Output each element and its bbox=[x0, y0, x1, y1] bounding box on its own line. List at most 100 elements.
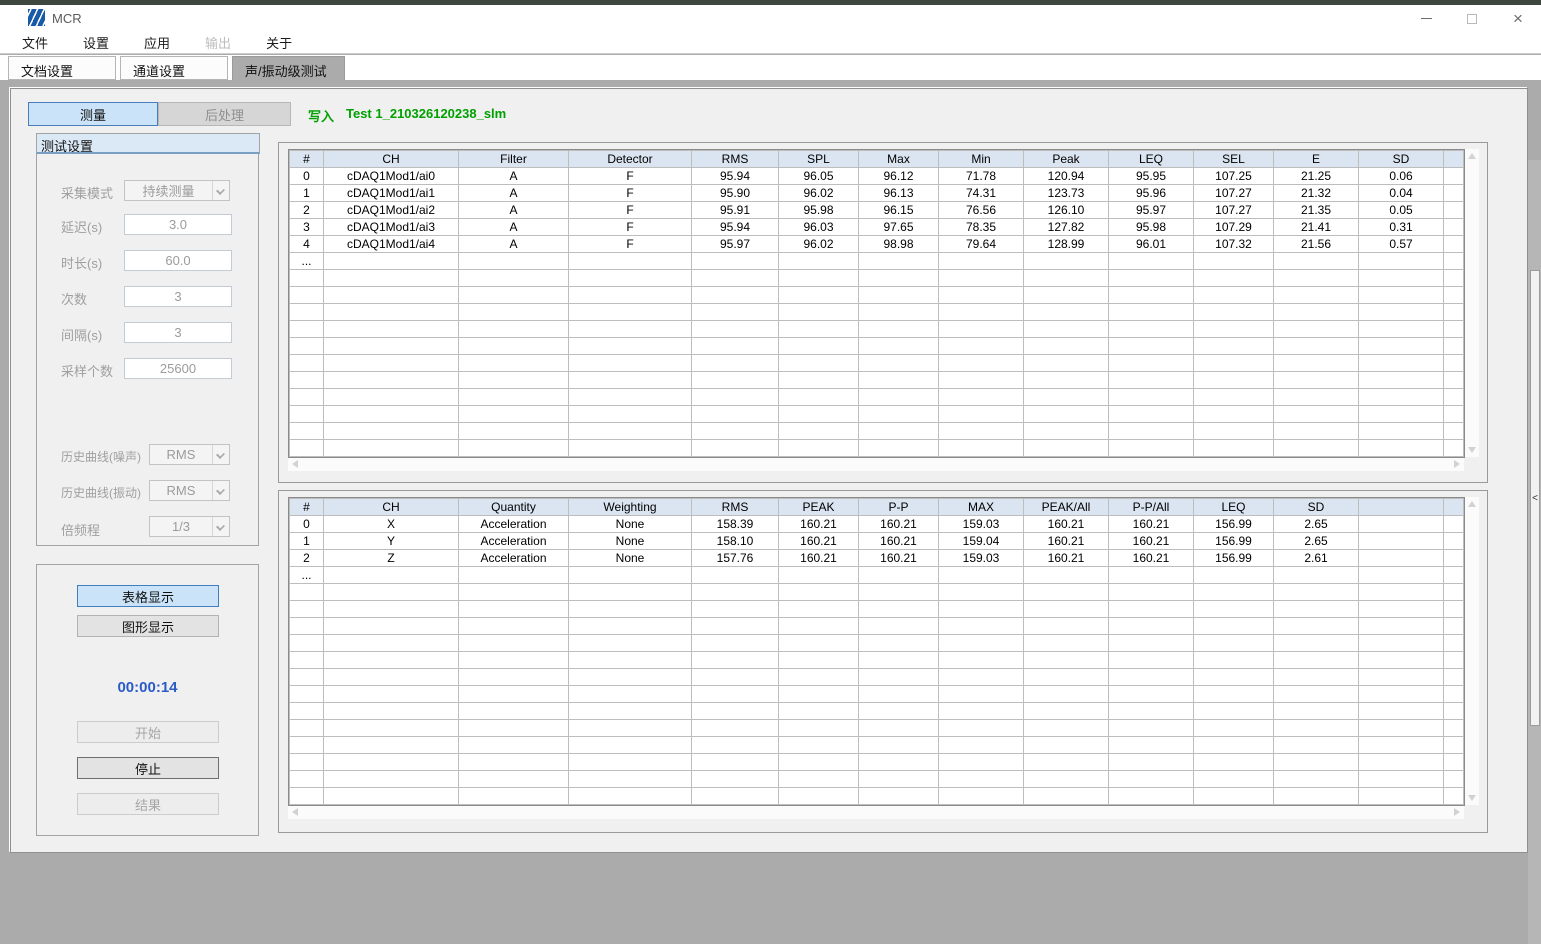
menu-application[interactable]: 应用 bbox=[131, 33, 183, 52]
delay-input[interactable] bbox=[124, 214, 232, 235]
table-cell bbox=[1359, 771, 1444, 788]
vertical-scrollbar[interactable] bbox=[1465, 497, 1479, 805]
table-cell bbox=[1444, 788, 1464, 805]
table-cell bbox=[1109, 406, 1194, 423]
table-cell bbox=[779, 440, 859, 457]
history-curve-noise-label: 历史曲线(噪声) bbox=[61, 448, 141, 465]
history-curve-noise-select[interactable]: RMS bbox=[149, 444, 230, 465]
table-cell: 160.21 bbox=[1109, 516, 1194, 533]
close-button[interactable]: × bbox=[1495, 5, 1541, 32]
table-cell bbox=[939, 253, 1024, 270]
data-row[interactable]: 0cDAQ1Mod1/ai0AF95.9496.0596.1271.78120.… bbox=[290, 168, 1464, 185]
table-cell bbox=[1024, 440, 1109, 457]
measure-button[interactable]: 测量 bbox=[28, 102, 158, 126]
table-cell bbox=[859, 338, 939, 355]
data-row[interactable]: 2cDAQ1Mod1/ai2AF95.9195.9896.1576.56126.… bbox=[290, 202, 1464, 219]
table-cell bbox=[290, 601, 324, 618]
maximize-button[interactable] bbox=[1449, 5, 1495, 32]
table-cell bbox=[859, 584, 939, 601]
data-row[interactable]: 0XAccelerationNone158.39160.21160.21159.… bbox=[290, 516, 1464, 533]
table-cell bbox=[1194, 372, 1274, 389]
tab-document-settings[interactable]: 文档设置 bbox=[8, 56, 116, 80]
table-cell bbox=[1274, 703, 1359, 720]
table-cell: cDAQ1Mod1/ai4 bbox=[324, 236, 459, 253]
table-cell bbox=[1274, 423, 1359, 440]
table-cell bbox=[1359, 423, 1444, 440]
close-icon: × bbox=[1513, 9, 1523, 29]
sample-count-input[interactable] bbox=[124, 358, 232, 379]
table-cell bbox=[1194, 771, 1274, 788]
table-cell bbox=[459, 686, 569, 703]
menu-settings[interactable]: 设置 bbox=[70, 33, 122, 52]
empty-row bbox=[290, 703, 1464, 720]
table-cell bbox=[779, 423, 859, 440]
table-cell bbox=[692, 652, 779, 669]
interval-input[interactable] bbox=[124, 322, 232, 343]
panel-splitter[interactable]: < bbox=[1530, 270, 1540, 726]
table-display-button[interactable]: 表格显示 bbox=[77, 585, 219, 607]
data-row[interactable]: 4cDAQ1Mod1/ai4AF95.9796.0298.9879.64128.… bbox=[290, 236, 1464, 253]
menu-file[interactable]: 文件 bbox=[9, 33, 61, 52]
table-cell bbox=[1359, 618, 1444, 635]
table-cell bbox=[692, 321, 779, 338]
table-cell bbox=[1109, 618, 1194, 635]
table-cell bbox=[1274, 253, 1359, 270]
data-row[interactable]: 1cDAQ1Mod1/ai1AF95.9096.0296.1374.31123.… bbox=[290, 185, 1464, 202]
table-cell bbox=[859, 304, 939, 321]
minimize-button[interactable] bbox=[1403, 5, 1449, 32]
data-row[interactable]: 2ZAccelerationNone157.76160.21160.21159.… bbox=[290, 550, 1464, 567]
table-cell bbox=[1194, 737, 1274, 754]
table-cell bbox=[569, 584, 692, 601]
chevron-down-icon bbox=[212, 481, 229, 500]
table-cell bbox=[779, 601, 859, 618]
stop-button[interactable]: 停止 bbox=[77, 757, 219, 779]
table-cell bbox=[1109, 584, 1194, 601]
table-cell bbox=[1274, 321, 1359, 338]
table-cell bbox=[459, 618, 569, 635]
table-cell bbox=[290, 389, 324, 406]
horizontal-scrollbar[interactable] bbox=[288, 458, 1464, 471]
duration-input[interactable] bbox=[124, 250, 232, 271]
table-cell bbox=[1359, 338, 1444, 355]
tab-sound-vibration-test[interactable]: 声/振动级测试 bbox=[232, 56, 345, 81]
table-cell: 97.65 bbox=[859, 219, 939, 236]
table-cell bbox=[290, 703, 324, 720]
table-cell bbox=[939, 270, 1024, 287]
table-cell bbox=[1359, 601, 1444, 618]
table-cell bbox=[569, 669, 692, 686]
table-cell bbox=[859, 737, 939, 754]
post-process-button[interactable]: 后处理 bbox=[158, 102, 291, 126]
table-cell bbox=[1359, 550, 1444, 567]
table-cell bbox=[1024, 355, 1109, 372]
table-cell bbox=[1359, 703, 1444, 720]
table-cell bbox=[324, 338, 459, 355]
table-cell bbox=[779, 304, 859, 321]
count-input[interactable] bbox=[124, 286, 232, 307]
table-cell bbox=[459, 440, 569, 457]
table-cell: 0.31 bbox=[1359, 219, 1444, 236]
history-curve-vibration-select[interactable]: RMS bbox=[149, 480, 230, 501]
column-header: RMS bbox=[692, 151, 779, 168]
data-row[interactable]: 3cDAQ1Mod1/ai3AF95.9496.0397.6578.35127.… bbox=[290, 219, 1464, 236]
tab-channel-settings[interactable]: 通道设置 bbox=[120, 56, 228, 80]
acquisition-mode-select[interactable]: 持续测量 bbox=[124, 180, 230, 201]
table-cell: ... bbox=[290, 253, 324, 270]
menu-about[interactable]: 关于 bbox=[253, 33, 305, 52]
column-header: Weighting bbox=[569, 499, 692, 516]
horizontal-scrollbar[interactable] bbox=[288, 806, 1464, 819]
graph-display-button[interactable]: 图形显示 bbox=[77, 615, 219, 637]
table-cell bbox=[324, 372, 459, 389]
table-cell bbox=[290, 635, 324, 652]
table-cell bbox=[1024, 253, 1109, 270]
table-cell bbox=[1444, 652, 1464, 669]
table-cell bbox=[939, 720, 1024, 737]
empty-row bbox=[290, 584, 1464, 601]
table-cell bbox=[692, 635, 779, 652]
column-header bbox=[1444, 499, 1464, 516]
data-row[interactable]: 1YAccelerationNone158.10160.21160.21159.… bbox=[290, 533, 1464, 550]
table-cell: 96.02 bbox=[779, 236, 859, 253]
octave-select[interactable]: 1/3 bbox=[149, 516, 230, 537]
table-cell bbox=[692, 440, 779, 457]
table-cell: Acceleration bbox=[459, 533, 569, 550]
vertical-scrollbar[interactable] bbox=[1465, 149, 1479, 457]
